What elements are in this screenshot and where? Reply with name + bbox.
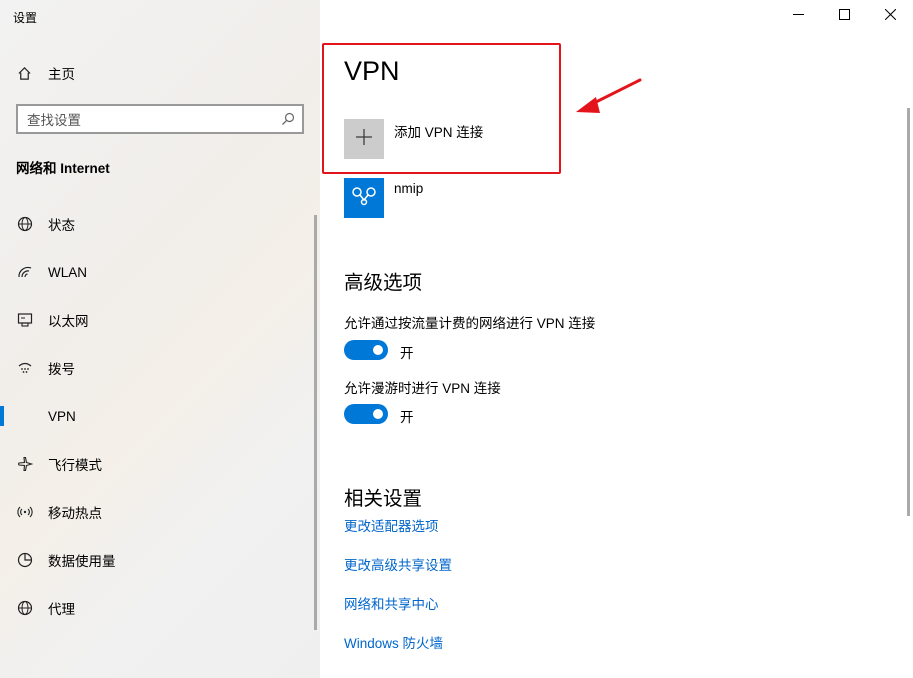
sidebar-item-dialup[interactable]: 拨号 [0,344,310,392]
related-settings-title: 相关设置 [344,488,423,510]
link-advanced-sharing[interactable]: 更改高级共享设置 [344,554,452,574]
sidebar-item-proxy[interactable]: 代理 [0,584,310,632]
sidebar-home[interactable]: 主页 [16,62,75,84]
airplane-icon [16,455,34,473]
maximize-icon [838,7,850,25]
annotation-arrow-icon [576,78,642,113]
sidebar-nav: 状态 WLAN 以太网 拨号 VPN 飞行模式 移动热点 数据使用量 代理 [0,200,310,632]
maximize-button[interactable] [821,0,867,32]
sidebar-item-status[interactable]: 状态 [0,200,310,248]
sidebar-item-label: 数据使用量 [48,554,116,569]
sidebar-item-label: 代理 [48,602,75,617]
option-metered-label: 允许通过按流量计费的网络进行 VPN 连接 [344,316,596,331]
data-usage-icon [16,551,34,569]
home-icon [16,65,32,81]
sidebar-item-label: VPN [48,408,76,424]
advanced-options-title: 高级选项 [344,272,423,294]
link-adapter-options[interactable]: 更改适配器选项 [344,515,439,535]
settings-search-input[interactable]: 查找设置 [16,104,304,134]
hotspot-icon [16,503,34,521]
close-button[interactable] [867,0,913,32]
roaming-vpn-toggle[interactable] [344,404,388,424]
sidebar-item-data-usage[interactable]: 数据使用量 [0,536,310,584]
sidebar-item-label: 以太网 [48,314,89,329]
ethernet-icon [16,311,34,329]
sidebar-item-wlan[interactable]: WLAN [0,248,310,296]
search-placeholder: 查找设置 [27,113,81,128]
sidebar-item-label: 拨号 [48,362,75,377]
metered-vpn-toggle[interactable] [344,340,388,360]
option-roaming-label: 允许漫游时进行 VPN 连接 [344,381,501,396]
vpn-connection-icon [349,185,379,212]
main-scrollbar[interactable] [907,108,910,516]
globe-status-icon [16,215,34,233]
sidebar-home-label: 主页 [48,67,75,82]
minimize-icon [792,7,804,25]
minimize-button[interactable] [775,0,821,32]
roaming-toggle-state: 开 [400,410,414,425]
section-title: 网络和 Internet [16,161,110,176]
toggle-knob [373,409,383,419]
close-icon [884,7,896,25]
sidebar-item-hotspot[interactable]: 移动热点 [0,488,310,536]
sidebar-item-label: 状态 [48,218,75,233]
wifi-icon [16,263,34,281]
sidebar: 设置 主页 查找设置 网络和 Internet 状态 WLAN 以太网 拨号 V… [0,0,320,678]
vpn-connection-name[interactable]: nmip [394,181,423,196]
sidebar-item-label: WLAN [48,264,88,280]
vpn-icon [16,407,34,425]
proxy-globe-icon [16,599,34,617]
sidebar-item-ethernet[interactable]: 以太网 [0,296,310,344]
link-windows-firewall[interactable]: Windows 防火墙 [344,632,443,652]
annotation-highlight-box [322,43,561,174]
vpn-connection-tile[interactable] [344,178,384,218]
sidebar-scrollbar[interactable] [314,215,317,630]
dialup-icon [16,359,34,377]
sidebar-item-label: 移动热点 [48,506,102,521]
metered-toggle-state: 开 [400,346,414,361]
search-icon[interactable] [281,112,295,126]
sidebar-item-label: 飞行模式 [48,458,102,473]
toggle-knob [373,345,383,355]
sidebar-item-vpn[interactable]: VPN [0,392,310,440]
link-network-sharing-center[interactable]: 网络和共享中心 [344,593,439,613]
app-title: 设置 [13,11,38,25]
sidebar-item-airplane-mode[interactable]: 飞行模式 [0,440,310,488]
